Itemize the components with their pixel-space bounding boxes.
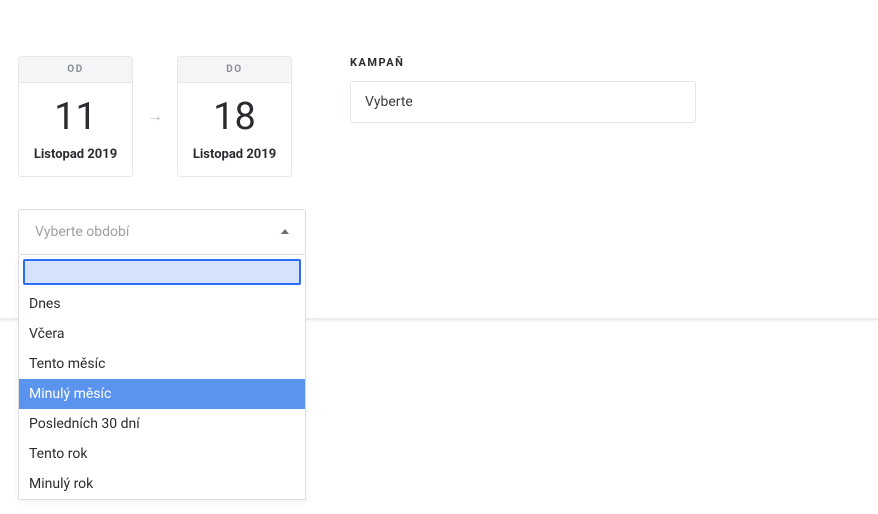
- date-from-card[interactable]: OD 11 Listopad 2019: [18, 56, 133, 177]
- date-from-day: 11: [19, 97, 132, 139]
- date-to-day: 18: [178, 97, 291, 139]
- date-range-picker: OD 11 Listopad 2019 → DO 18 Listopad 201…: [18, 56, 306, 177]
- campaign-select[interactable]: Vyberte: [350, 81, 696, 123]
- period-option[interactable]: Včera: [19, 319, 305, 349]
- campaign-select-placeholder: Vyberte: [365, 94, 413, 110]
- left-column: OD 11 Listopad 2019 → DO 18 Listopad 201…: [18, 56, 306, 255]
- period-option[interactable]: Dnes: [19, 289, 305, 319]
- period-option[interactable]: Minulý měsíc: [19, 379, 305, 409]
- date-to-body: 18 Listopad 2019: [178, 83, 291, 176]
- date-to-label: DO: [178, 57, 291, 83]
- caret-up-icon: [281, 229, 289, 234]
- period-options-list[interactable]: DnesVčeraTento měsícMinulý měsícPoslední…: [19, 289, 305, 499]
- dropdown-search-wrap: [19, 255, 305, 289]
- date-from-body: 11 Listopad 2019: [19, 83, 132, 176]
- period-option[interactable]: Posledních 30 dní: [19, 409, 305, 439]
- date-to-card[interactable]: DO 18 Listopad 2019: [177, 56, 292, 177]
- campaign-label: KAMPAŇ: [350, 56, 860, 69]
- period-option[interactable]: Tento měsíc: [19, 349, 305, 379]
- date-from-label: OD: [19, 57, 132, 83]
- period-select[interactable]: Vyberte období: [18, 209, 306, 255]
- right-column: KAMPAŇ Vyberte: [350, 56, 860, 255]
- period-select-wrap: Vyberte období DnesVčeraTento měsícMinul…: [18, 209, 306, 255]
- date-to-month: Listopad 2019: [178, 147, 291, 162]
- period-option[interactable]: Tento rok: [19, 439, 305, 469]
- main-container: OD 11 Listopad 2019 → DO 18 Listopad 201…: [0, 0, 878, 255]
- date-from-month: Listopad 2019: [19, 147, 132, 162]
- period-select-placeholder: Vyberte období: [35, 224, 129, 240]
- period-search-input[interactable]: [23, 259, 301, 285]
- arrow-right-icon: →: [147, 106, 163, 126]
- period-option[interactable]: Minulý rok: [19, 469, 305, 499]
- period-dropdown-panel: DnesVčeraTento měsícMinulý měsícPoslední…: [18, 255, 306, 500]
